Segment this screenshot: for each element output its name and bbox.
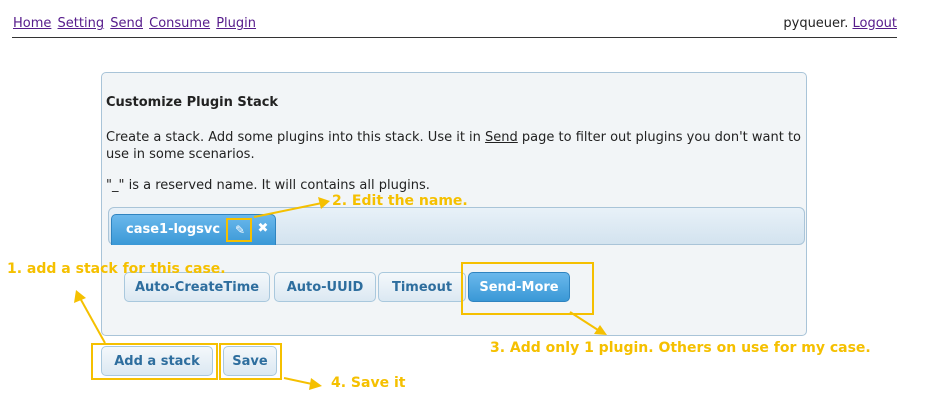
arrow-step4 [283,377,313,385]
annotation-step2: 2. Edit the name. [332,193,468,209]
arrow-step2 [253,202,323,218]
arrow-step3 [569,311,599,331]
arrow-step1 [79,297,106,344]
annotation-step4: 4. Save it [331,375,406,391]
annotation-step3: 3. Add only 1 plugin. Others on use for … [490,340,871,356]
annotation-step1: 1. add a stack for this case. [7,261,226,277]
